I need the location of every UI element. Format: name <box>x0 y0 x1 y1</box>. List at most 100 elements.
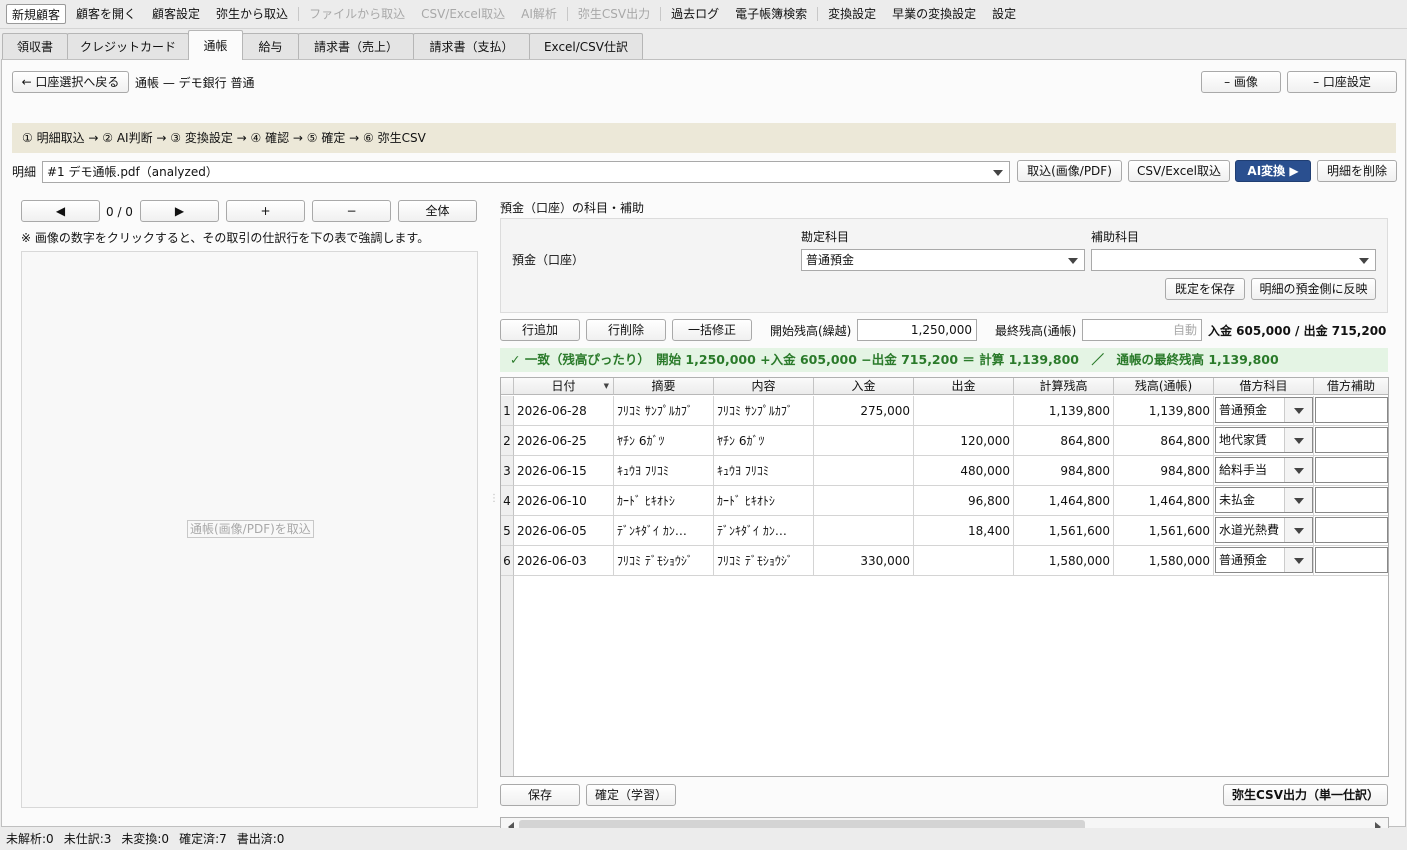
menu-item[interactable]: 変換設定 <box>820 4 884 24</box>
column-header[interactable]: 借方補助 <box>1314 378 1388 395</box>
bulk-edit-button[interactable]: 一括修正 <box>672 319 752 341</box>
table-cell-summary[interactable]: ｶｰﾄﾞ ﾋｷｵﾄｼ <box>614 486 714 516</box>
deposit-account-select[interactable]: 普通預金 <box>801 249 1085 271</box>
table-cell-debit_sub[interactable] <box>1314 546 1388 576</box>
dropdown-button[interactable] <box>1284 428 1312 452</box>
table-cell-content[interactable]: ｶｰﾄﾞ ﾋｷｵﾄｼ <box>714 486 814 516</box>
table-cell-content[interactable]: ｷｭｳﾖ ﾌﾘｺﾐ <box>714 456 814 486</box>
table-cell-debit[interactable]: 普通預金 <box>1214 546 1314 576</box>
menu-item[interactable]: 顧客設定 <box>144 4 208 24</box>
final-balance-input[interactable]: 自動 <box>1082 319 1202 341</box>
table-cell-deposit[interactable] <box>814 516 914 546</box>
tab-item[interactable]: 領収書 <box>2 33 68 60</box>
splitter-handle[interactable]: ⋮ <box>489 494 499 504</box>
table-cell-withdraw[interactable] <box>914 396 1014 426</box>
table-cell-debit[interactable]: 未払金 <box>1214 486 1314 516</box>
table-cell-content[interactable]: ﾔﾁﾝ 6ｶﾞﾂ <box>714 426 814 456</box>
table-cell-content[interactable]: ﾌﾘｺﾐ ﾃﾞﾓｼｮｳｼﾞ <box>714 546 814 576</box>
table-cell-deposit[interactable]: 330,000 <box>814 546 914 576</box>
menu-item[interactable]: 過去ログ <box>663 4 727 24</box>
delete-statement-button[interactable]: 明細を削除 <box>1317 160 1397 182</box>
table-cell-summary[interactable]: ﾌﾘｺﾐ ﾃﾞﾓｼｮｳｼﾞ <box>614 546 714 576</box>
debit-sub-account-select[interactable] <box>1315 457 1388 483</box>
table-cell-deposit[interactable] <box>814 426 914 456</box>
debit-account-select[interactable]: 地代家賃 <box>1215 427 1313 453</box>
tab-item[interactable]: 請求書（支払） <box>413 33 530 60</box>
dropdown-button[interactable] <box>1284 458 1312 482</box>
column-header[interactable]: 日付 ▼ <box>514 378 614 395</box>
debit-sub-account-select[interactable] <box>1315 427 1388 453</box>
menu-item[interactable]: 電子帳簿検索 <box>727 4 815 24</box>
save-default-button[interactable]: 既定を保存 <box>1165 278 1245 300</box>
table-cell-debit_sub[interactable] <box>1314 426 1388 456</box>
save-button[interactable]: 保存 <box>500 784 580 806</box>
debit-account-select[interactable]: 給料手当 <box>1215 457 1313 483</box>
row-number[interactable]: 2 <box>501 426 514 456</box>
column-header[interactable]: 計算残高 <box>1014 378 1114 395</box>
table-cell-calc[interactable]: 1,139,800 <box>1014 396 1114 426</box>
debit-account-select[interactable]: 普通預金 <box>1215 547 1313 573</box>
table-cell-balance[interactable]: 864,800 <box>1114 426 1214 456</box>
dropdown-button[interactable] <box>1284 488 1312 512</box>
table-cell-withdraw[interactable]: 18,400 <box>914 516 1014 546</box>
debit-sub-account-select[interactable] <box>1315 487 1388 513</box>
table-cell-summary[interactable]: ﾔﾁﾝ 6ｶﾞﾂ <box>614 426 714 456</box>
column-header[interactable]: 出金 <box>914 378 1014 395</box>
debit-sub-account-select[interactable] <box>1315 517 1388 543</box>
debit-account-select[interactable]: 水道光熱費 <box>1215 517 1313 543</box>
column-header[interactable]: 残高(通帳) <box>1114 378 1214 395</box>
row-number[interactable]: 4 <box>501 486 514 516</box>
table-cell-debit[interactable]: 普通預金 <box>1214 396 1314 426</box>
table-cell-calc[interactable]: 1,580,000 <box>1014 546 1114 576</box>
import-csv-button[interactable]: CSV/Excel取込 <box>1128 160 1230 182</box>
export-yayoi-csv-button[interactable]: 弥生CSV出力（単一仕訳） <box>1223 784 1388 806</box>
ai-convert-button[interactable]: AI変換 ▶ <box>1235 160 1311 182</box>
dropdown-button[interactable] <box>1284 548 1312 572</box>
zoom-in-button[interactable]: + <box>226 200 305 222</box>
table-cell-summary[interactable]: ﾃﾞﾝｷﾀﾞｲ ｶﾝ… <box>614 516 714 546</box>
zoom-out-button[interactable]: − <box>312 200 391 222</box>
next-page-button[interactable]: ▶ <box>140 200 219 222</box>
tab-item[interactable]: クレジットカード <box>67 33 189 60</box>
row-number[interactable]: 6 <box>501 546 514 576</box>
table-cell-debit_sub[interactable] <box>1314 396 1388 426</box>
table-cell-debit[interactable]: 地代家賃 <box>1214 426 1314 456</box>
table-cell-date[interactable]: 2026-06-25 <box>514 426 614 456</box>
table-cell-summary[interactable]: ﾌﾘｺﾐ ｻﾝﾌﾟﾙｶﾌﾞ <box>614 396 714 426</box>
deposit-sub-account-select[interactable] <box>1091 249 1376 271</box>
table-cell-balance[interactable]: 1,139,800 <box>1114 396 1214 426</box>
table-cell-withdraw[interactable]: 120,000 <box>914 426 1014 456</box>
opening-balance-input[interactable]: 1,250,000 <box>857 319 977 341</box>
column-header[interactable]: 借方科目 <box>1214 378 1314 395</box>
toggle-image-button[interactable]: – 画像 <box>1201 71 1281 93</box>
debit-account-select[interactable]: 未払金 <box>1215 487 1313 513</box>
dropdown-button[interactable] <box>1284 518 1312 542</box>
apply-to-statement-button[interactable]: 明細の預金側に反映 <box>1251 278 1376 300</box>
dropdown-button[interactable] <box>1284 398 1312 422</box>
table-cell-date[interactable]: 2026-06-15 <box>514 456 614 486</box>
table-cell-date[interactable]: 2026-06-05 <box>514 516 614 546</box>
tab-item[interactable]: 給与 <box>242 33 299 60</box>
statement-select[interactable]: #1 デモ通帳.pdf（analyzed） <box>42 161 1010 183</box>
menu-item[interactable]: 顧客を開く <box>68 4 144 24</box>
column-header[interactable]: 内容 <box>714 378 814 395</box>
account-settings-button[interactable]: – 口座設定 <box>1287 71 1397 93</box>
table-cell-date[interactable]: 2026-06-03 <box>514 546 614 576</box>
tab-item[interactable]: 請求書（売上） <box>298 33 414 60</box>
menu-item[interactable]: 早業の変換設定 <box>884 4 984 24</box>
table-cell-withdraw[interactable] <box>914 546 1014 576</box>
row-number[interactable]: 5 <box>501 516 514 546</box>
table-cell-withdraw[interactable]: 480,000 <box>914 456 1014 486</box>
row-number[interactable]: 3 <box>501 456 514 486</box>
menu-item[interactable]: 新規顧客 <box>6 4 67 24</box>
debit-sub-account-select[interactable] <box>1315 547 1388 573</box>
menu-item[interactable]: 設定 <box>984 4 1024 24</box>
table-cell-calc[interactable]: 1,464,800 <box>1014 486 1114 516</box>
table-cell-content[interactable]: ﾌﾘｺﾐ ｻﾝﾌﾟﾙｶﾌﾞ <box>714 396 814 426</box>
tab-item[interactable]: 通帳 <box>188 30 243 60</box>
table-cell-deposit[interactable]: 275,000 <box>814 396 914 426</box>
table-cell-withdraw[interactable]: 96,800 <box>914 486 1014 516</box>
table-cell-date[interactable]: 2026-06-10 <box>514 486 614 516</box>
table-cell-balance[interactable]: 1,561,600 <box>1114 516 1214 546</box>
table-cell-balance[interactable]: 984,800 <box>1114 456 1214 486</box>
